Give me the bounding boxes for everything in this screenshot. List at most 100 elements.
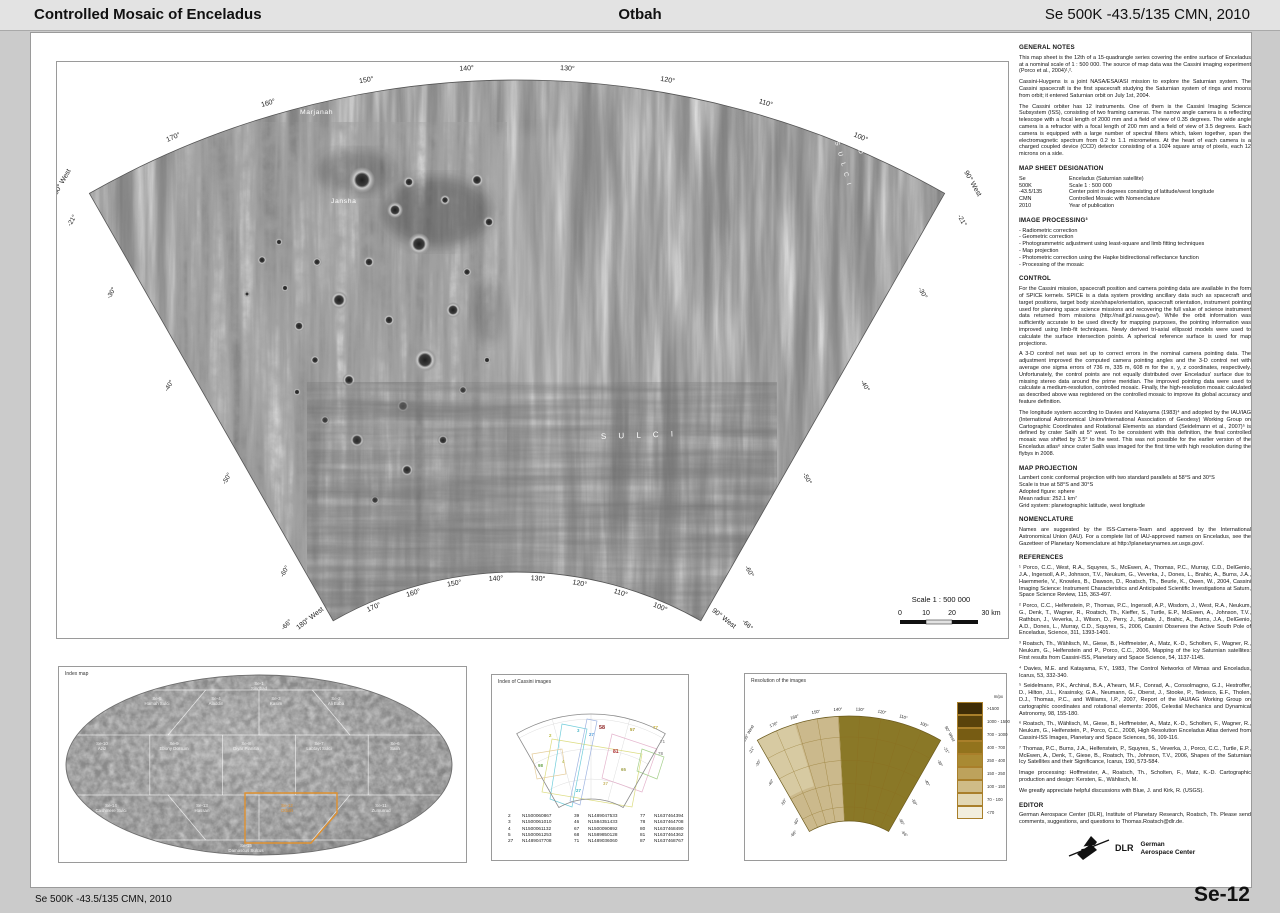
legend-swatch [957, 806, 983, 819]
graticule-label: 110° [758, 97, 774, 109]
legend-row: 250 - 400 [957, 754, 1005, 767]
graticule-label: -60° [898, 817, 906, 826]
legend-swatch [957, 741, 983, 754]
designation-row: 2010 Year of publication [1019, 203, 1251, 210]
note-paragraph: Names are suggested by the ISS-Camera-Te… [1019, 527, 1251, 547]
scale-tick-label: 20 [948, 610, 956, 617]
section-heading: CONTROL [1019, 275, 1251, 283]
resolution-title: Resolution of the images [751, 678, 806, 684]
designation-key: 2010 [1019, 203, 1069, 210]
legend-label: <70 [987, 810, 994, 815]
designation-key: CMN [1019, 196, 1069, 203]
mosaic-texture [57, 62, 1008, 638]
graticule-label: -21° [956, 213, 969, 228]
index-map-quad: Se-15 Damascus Sulcus [228, 843, 263, 853]
scale-bar: Scale 1 : 500 000 0102030 km [898, 595, 1001, 624]
legend-row: 400 - 700 [957, 741, 1005, 754]
footprint-number: 98 [538, 763, 543, 768]
legend-label: 150 - 250 [987, 771, 1005, 776]
graticule-label: 140° [459, 64, 474, 73]
dlr-name-line2: Aerospace Center [1141, 849, 1196, 856]
graticule-label: 180° West [57, 167, 73, 199]
reference: ⁷ Thomas, P.C., Burns, J.A., Helfenstein… [1019, 746, 1251, 766]
cassini-index-title: Index of Cassini images [498, 679, 551, 685]
map-feature-label: Marjanah [300, 109, 333, 116]
reference: ³ Roatsch, Th., Wählisch, M., Giese, B.,… [1019, 641, 1251, 661]
reference: ⁵ Seidelmann, P.K., Archinal, B.A., A'he… [1019, 683, 1251, 717]
graticule-label: 110° [899, 713, 909, 720]
index-map-quad: Se-5 Hamah Sulci [145, 696, 170, 706]
footprint-number: 57 [630, 727, 635, 732]
cassini-index-panel: Index of Cassini images 2327585777717881… [491, 674, 689, 861]
index-map-quad: Se-10 Aziz [96, 741, 108, 751]
graticule-label: 150° [446, 578, 462, 588]
graticule-label: 160° [790, 713, 800, 720]
graticule-label: -66° [789, 829, 798, 838]
processing-step: - Map projection [1019, 248, 1251, 255]
legend-swatch [957, 793, 983, 806]
reference: ⁶ Roatsch, Th., Wählisch, M., Giese, B.,… [1019, 721, 1251, 741]
graticule-label: 140° [833, 707, 842, 713]
graticule-label: 130° [856, 707, 865, 713]
processing-step: - Photometric correction using the Hapke… [1019, 255, 1251, 262]
footprint-number: 2 [549, 733, 552, 738]
image-id-table: 2 N1500060867 39 N1489047533 77 N1637464… [508, 813, 700, 844]
graticule-label: -60° [278, 564, 291, 579]
index-map-quad: Se-8 Diyar Planitia [233, 741, 259, 751]
section-heading: NOMENCLATURE [1019, 516, 1251, 524]
legend-label: 700 - 1000 [987, 732, 1008, 737]
dlr-name-line1: German [1141, 841, 1165, 848]
graticule-label: 150° [359, 75, 375, 85]
sheet-header: Controlled Mosaic of Enceladus Otbah Se … [0, 0, 1280, 31]
index-map-globe [59, 667, 466, 862]
graticule-label: 170° [165, 131, 182, 144]
quad-feature-name: Zumurrud [371, 808, 390, 813]
quad-feature-name: Diyar Planitia [233, 746, 259, 751]
footprint-number: 65 [621, 767, 626, 772]
projection-line: Lambert conic conformal projection with … [1019, 475, 1251, 482]
processing-step: - Photogrammetric adjustment using least… [1019, 241, 1251, 248]
graticule-label: -66° [279, 617, 293, 631]
image-index: 87 [640, 838, 654, 844]
footprint-number: 77 [653, 725, 658, 730]
section-heading: MAP PROJECTION [1019, 465, 1251, 473]
editor-paragraph: German Aerospace Center (DLR), Institute… [1019, 812, 1251, 826]
dlr-logo-block: DLR German Aerospace Center [1067, 834, 1251, 864]
graticule-label: -30° [105, 285, 118, 300]
graticule-label: -60° [792, 817, 800, 826]
designation-value: Controlled Mosaic with Nomenclature [1069, 196, 1251, 203]
note-paragraph: The longitude system according to Davies… [1019, 410, 1251, 458]
graticule-label: -50° [779, 797, 787, 806]
index-map-panel: Index map [58, 666, 467, 863]
scale-title: Scale 1 : 500 000 [912, 595, 970, 604]
designation-value: Enceladus (Saturnian satellite) [1069, 176, 1251, 183]
resolution-panel: Resolution of the images 180° West170°16… [744, 673, 1007, 861]
projection-line: Mean radius: 252.1 km⁷ [1019, 496, 1251, 503]
main-map-panel: Scale 1 : 500 000 0102030 km MarjanahJan… [56, 61, 1009, 639]
legend-label: 250 - 400 [987, 758, 1005, 763]
note-paragraph: Cassini-Huygens is a joint NASA/ESA/ASI … [1019, 79, 1251, 99]
index-map-quad: Se-3 Kasim [270, 696, 282, 706]
note-paragraph: This map sheet is the 12th of a 15-quadr… [1019, 55, 1251, 75]
footprint-number: 27 [589, 732, 594, 737]
graticule-label: -50° [911, 798, 919, 807]
legend-label: >1500 [987, 706, 999, 711]
graticule-label: -50° [220, 471, 233, 486]
legend-swatch [957, 715, 983, 728]
graticule-label: -40° [767, 778, 775, 787]
quad-feature-name: Ali Baba [328, 701, 344, 706]
quad-feature-name: Hassan [195, 808, 210, 813]
image-index: 71 [574, 838, 588, 844]
processing-step: - Geometric correction [1019, 234, 1251, 241]
index-map-title: Index map [65, 671, 88, 677]
legend-row: >1500 [957, 702, 1005, 715]
credits-paragraph: We greatly appreciate helpful discussion… [1019, 788, 1251, 795]
credits-paragraph: Image processing: Hoffmeister, A., Roats… [1019, 770, 1251, 784]
graticule-label: -21° [65, 213, 78, 228]
graticule-label: -30° [754, 758, 762, 767]
reference: ¹ Porco, C.C., West, R.A., Squyres, S., … [1019, 565, 1251, 599]
graticule-label: 160° [405, 587, 421, 599]
legend-row: 70 - 100 [957, 793, 1005, 806]
graticule-label: -40° [163, 378, 176, 393]
index-map-quad: Se-6 Salih [390, 741, 400, 751]
